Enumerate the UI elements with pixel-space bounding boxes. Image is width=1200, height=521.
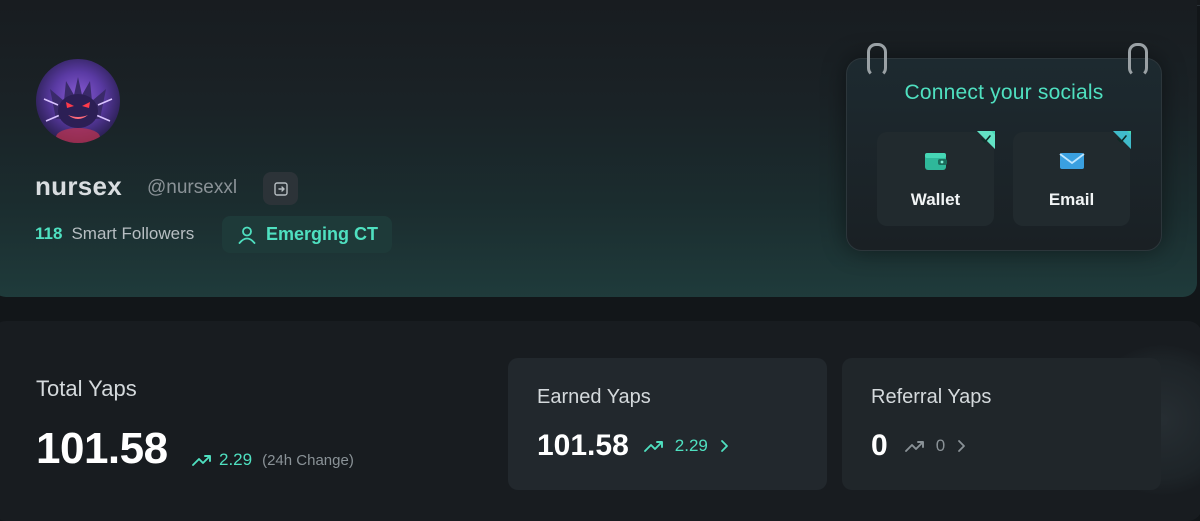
total-yaps-title: Total Yaps: [36, 376, 137, 401]
referral-change-value: 0: [935, 436, 946, 455]
user-handle: @nursexxl: [147, 177, 238, 198]
wallet-label: Wallet: [910, 190, 961, 209]
email-label: Email: [1048, 190, 1095, 209]
referral-yaps-value: 0: [871, 429, 888, 462]
smart-followers-label: Smart Followers: [71, 224, 195, 243]
binder-ring-left: [867, 43, 887, 77]
chevron-right-icon[interactable]: [955, 439, 967, 453]
earned-change-value: 2.29: [674, 436, 708, 455]
tier-label: Emerging CT: [266, 224, 379, 244]
earned-yaps-value: 101.58: [537, 429, 629, 462]
user-icon: [238, 226, 256, 244]
total-change-note: (24h Change): [262, 451, 354, 469]
total-change-value: 2.29: [219, 450, 253, 469]
mail-icon: [1058, 153, 1085, 169]
earned-yaps-title: Earned Yaps: [537, 386, 651, 408]
display-name: nursex: [35, 171, 123, 201]
trend-up-icon: [904, 441, 924, 452]
connect-socials-panel: Connect your socials Wallet Email: [846, 43, 1162, 251]
avatar-image: [43, 77, 113, 143]
wallet-icon: [924, 153, 947, 170]
check-icon: [977, 131, 995, 149]
trend-up-icon: [192, 455, 211, 466]
wallet-button[interactable]: Wallet: [877, 131, 995, 226]
logout-button[interactable]: [263, 172, 298, 205]
logout-icon: [273, 181, 288, 196]
smart-followers[interactable]: 118 Smart Followers: [35, 224, 194, 244]
referral-yaps-title: Referral Yaps: [871, 386, 992, 408]
referral-yaps-card[interactable]: Referral Yaps 0 0: [842, 358, 1161, 490]
trend-up-icon: [643, 441, 663, 452]
total-yaps-value: 101.58: [36, 424, 168, 473]
smart-followers-count: 118: [35, 224, 63, 243]
tier-badge[interactable]: Emerging CT: [222, 216, 392, 253]
avatar[interactable]: [36, 59, 120, 143]
email-button[interactable]: Email: [1013, 131, 1131, 226]
check-icon: [1113, 131, 1131, 149]
chevron-right-icon[interactable]: [718, 439, 730, 453]
earned-yaps-card[interactable]: Earned Yaps 101.58 2.29: [508, 358, 827, 490]
socials-title: Connect your socials: [904, 81, 1104, 104]
binder-ring-right: [1128, 43, 1148, 77]
total-yaps-change: 2.29 (24h Change): [191, 450, 354, 470]
